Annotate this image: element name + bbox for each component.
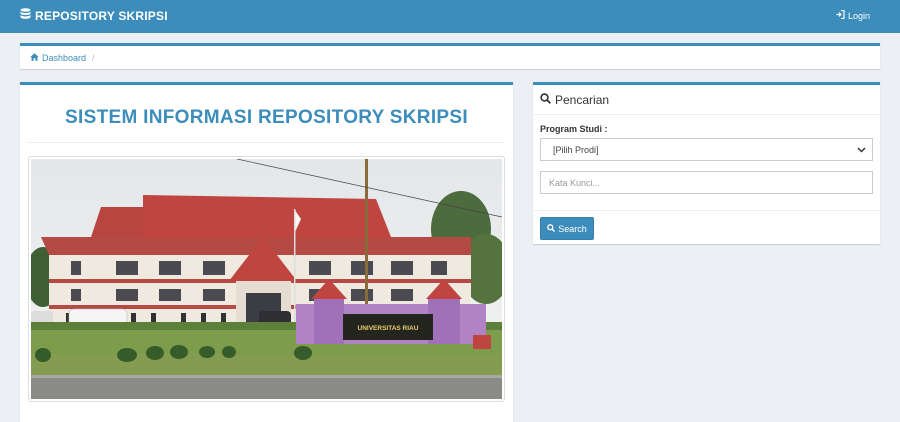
search-panel-header: Pencarian [533, 85, 880, 115]
top-navbar: REPOSITORY SKRIPSI Login [0, 0, 900, 33]
brand-title: REPOSITORY SKRIPSI [35, 9, 168, 23]
search-panel-footer-divider [533, 210, 880, 211]
main-panel: SISTEM INFORMASI REPOSITORY SKRIPSI UNIV… [20, 82, 513, 422]
search-button-label: Search [558, 223, 587, 234]
campus-building-image: UNIVERSITAS RIAU [31, 159, 502, 399]
breadcrumb-dashboard-label: Dashboard [42, 52, 87, 63]
title-divider [28, 142, 505, 143]
program-studi-select[interactable]: [Pilih Prodi] [540, 138, 873, 161]
chevron-down-icon [857, 145, 866, 156]
breadcrumb-separator: / [92, 52, 95, 63]
sign-in-icon [836, 0, 845, 33]
page-title: SISTEM INFORMASI REPOSITORY SKRIPSI [65, 107, 468, 128]
program-studi-label: Program Studi : [540, 124, 608, 134]
home-icon [30, 52, 39, 63]
search-panel-heading: Pencarian [555, 92, 610, 107]
brand[interactable]: REPOSITORY SKRIPSI [20, 0, 168, 33]
breadcrumb: Dashboard / [20, 43, 880, 69]
campus-photo: UNIVERSITAS RIAU [28, 156, 505, 402]
login-link[interactable]: Login [836, 0, 870, 33]
keyword-input[interactable] [540, 171, 873, 194]
search-button-icon [547, 223, 556, 234]
program-studi-selected: [Pilih Prodi] [553, 144, 599, 155]
breadcrumb-dashboard-link[interactable]: Dashboard [30, 53, 86, 63]
search-button[interactable]: Search [540, 217, 594, 240]
login-label: Login [847, 11, 870, 21]
photo-signboard-text: UNIVERSITAS RIAU [358, 325, 419, 332]
database-icon [20, 0, 31, 33]
search-icon [540, 92, 551, 107]
search-panel: Pencarian Program Studi : [Pilih Prodi] … [533, 82, 880, 244]
